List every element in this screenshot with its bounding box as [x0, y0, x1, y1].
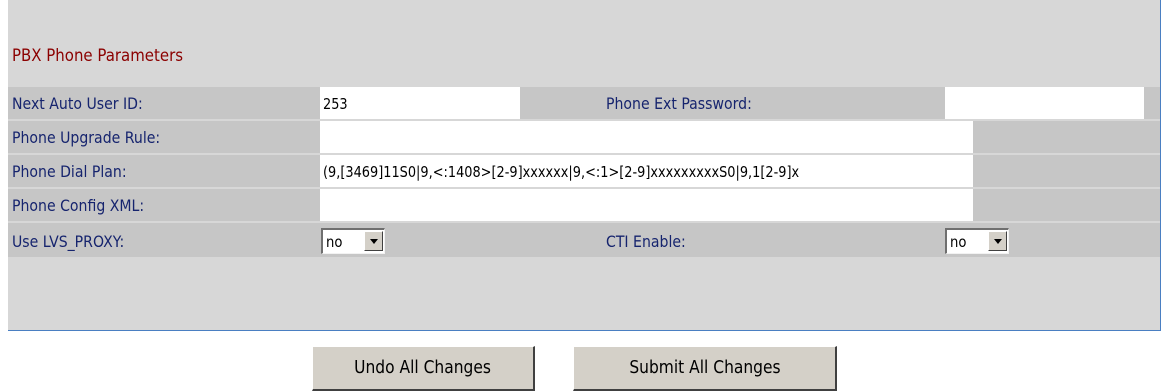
undo-all-changes-button[interactable]: Undo All Changes [312, 346, 535, 391]
phone-ext-password-input[interactable] [945, 87, 1144, 121]
phone-ext-password-label: Phone Ext Password: [606, 94, 752, 113]
row-next-auto-user-id: Next Auto User ID: 253 Phone Ext Passwor… [8, 85, 1160, 121]
chevron-down-icon[interactable] [988, 231, 1007, 251]
next-auto-user-id-label: Next Auto User ID: [12, 94, 143, 113]
use-lvs-proxy-label: Use LVS_PROXY: [12, 232, 125, 251]
phone-dial-plan-label: Phone Dial Plan: [12, 162, 127, 181]
chevron-down-icon[interactable] [364, 231, 383, 251]
phone-upgrade-rule-label: Phone Upgrade Rule: [12, 128, 161, 147]
pbx-parameters-panel: PBX Phone Parameters Next Auto User ID: … [8, 0, 1161, 331]
cti-enable-select[interactable]: no [945, 228, 1009, 254]
phone-config-xml-label: Phone Config XML: [12, 196, 145, 215]
row-phone-dial-plan: Phone Dial Plan: (9,[3469]11S0|9,<:1408>… [8, 153, 1160, 189]
use-lvs-proxy-value: no [326, 233, 343, 251]
cti-enable-label: CTI Enable: [606, 232, 686, 251]
row-use-lvs-proxy: Use LVS_PROXY: no CTI Enable: no [8, 221, 1160, 257]
section-title: PBX Phone Parameters [12, 46, 184, 66]
submit-all-changes-button[interactable]: Submit All Changes [573, 346, 837, 391]
row-phone-upgrade-rule: Phone Upgrade Rule: [8, 119, 1160, 155]
cti-enable-value: no [950, 233, 967, 251]
row-phone-config-xml: Phone Config XML: [8, 187, 1160, 223]
phone-upgrade-rule-input[interactable] [320, 121, 973, 155]
phone-dial-plan-input[interactable]: (9,[3469]11S0|9,<:1408>[2-9]xxxxxx|9,<:1… [320, 155, 973, 189]
next-auto-user-id-input[interactable]: 253 [320, 87, 520, 121]
phone-config-xml-input[interactable] [320, 189, 973, 223]
use-lvs-proxy-select[interactable]: no [321, 228, 385, 254]
